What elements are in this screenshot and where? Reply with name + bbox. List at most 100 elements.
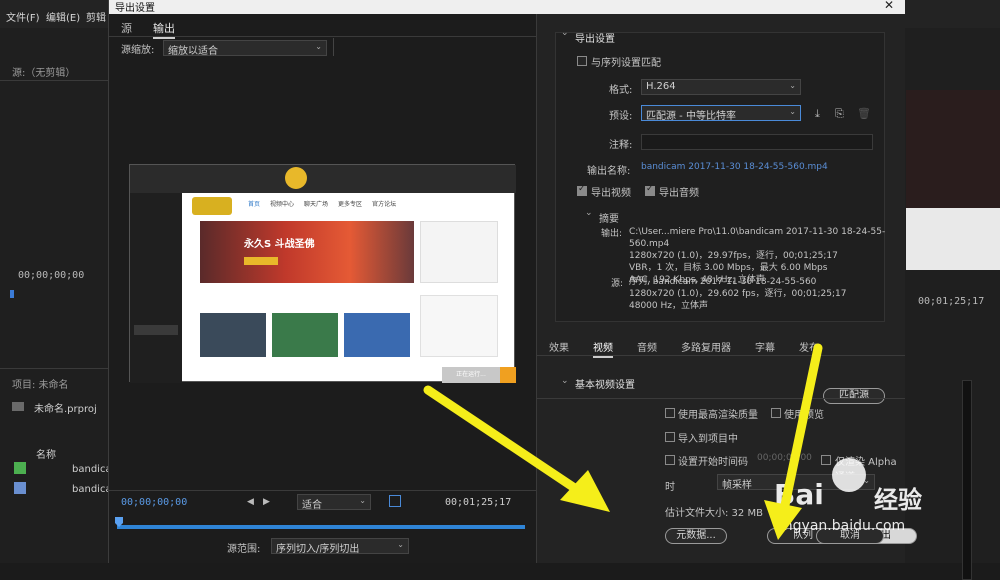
close-icon[interactable]: ✕ xyxy=(879,0,899,12)
match-sequence-label: 与序列设置匹配 xyxy=(591,58,661,69)
step-forward-icon[interactable]: ▶ xyxy=(263,497,270,507)
source-range-select[interactable]: 序列切入/序列切出 ⌄ xyxy=(271,538,409,555)
export-video-checkbox[interactable] xyxy=(577,184,587,196)
max-render-quality-checkbox[interactable] xyxy=(665,408,675,418)
video-preview: 首页 视频中心 聊天广场 更多专区 官方论坛 永久S 斗战圣佛 正在运行... xyxy=(129,164,516,383)
menu-clip[interactable]: 剪辑 xyxy=(86,9,106,24)
comment-input[interactable] xyxy=(641,134,873,150)
estimated-file-size: 估计文件大小: 32 MB xyxy=(665,508,763,519)
timeline-scrubber[interactable] xyxy=(115,517,525,533)
source-range-label: 源范围: xyxy=(227,544,261,555)
label-color-blue xyxy=(14,482,26,494)
chevron-down-icon[interactable]: ⌄ xyxy=(561,376,569,386)
format-select[interactable]: H.264 ⌄ xyxy=(641,79,801,95)
use-previews-label: 使用预览 xyxy=(784,410,824,421)
chevron-down-icon[interactable]: ⌄ xyxy=(561,28,569,38)
preview-nav-item: 视频中心 xyxy=(270,201,295,208)
preview-nav-item: 首页 xyxy=(248,201,261,208)
comment-label: 注释: xyxy=(609,140,633,151)
format-label: 格式: xyxy=(609,85,633,96)
project-item[interactable]: bandica xyxy=(72,484,112,495)
project-item[interactable]: bandica xyxy=(72,464,112,475)
program-timecode: 00;01;25;17 xyxy=(918,296,985,307)
time-interpolation-value: 帧采样 xyxy=(722,480,752,491)
output-name-link[interactable]: bandicam 2017-11-30 18-24-55-560.mp4 xyxy=(641,162,828,172)
format-value: H.264 xyxy=(646,81,676,92)
dialog-title: 导出设置 xyxy=(115,3,155,14)
end-timecode: 00;01;25;17 xyxy=(445,497,512,508)
folder-icon xyxy=(12,402,24,411)
source-line: 1280x720 (1.0)，29.602 fps，逐行，00;01;25;17 xyxy=(629,289,847,299)
preset-label: 预设: xyxy=(609,111,633,122)
preview-nav-item: 更多专区 xyxy=(338,201,363,208)
summary-title: 摘要 xyxy=(599,214,619,225)
game-logo xyxy=(192,197,232,215)
tab-multiplexer[interactable]: 多路复用器 xyxy=(681,339,731,354)
import-into-project-checkbox[interactable] xyxy=(665,432,675,442)
source-summary-label: 源: xyxy=(611,279,624,289)
name-column-header: 名称 xyxy=(36,450,56,461)
preview-sidebar xyxy=(130,193,182,383)
paw-icon xyxy=(832,458,866,492)
tab-publish[interactable]: 发布 xyxy=(799,339,819,354)
max-render-quality-label: 使用最高渲染质量 xyxy=(678,410,758,421)
news-list xyxy=(420,295,498,357)
dialog-titlebar: 导出设置 ✕ xyxy=(109,0,905,14)
chevron-down-icon[interactable]: ⌄ xyxy=(585,208,593,218)
source-scaling-label: 源缩放: xyxy=(121,45,155,56)
set-start-timecode-checkbox[interactable] xyxy=(665,455,675,465)
source-timecode: 00;00;00;00 xyxy=(18,270,85,281)
chevron-down-icon: ⌄ xyxy=(315,42,322,51)
save-preset-icon[interactable]: ⤓ xyxy=(815,107,820,121)
program-monitor-thumbnail xyxy=(906,90,1000,270)
output-summary-label: 输出: xyxy=(601,229,623,239)
audio-meter xyxy=(962,380,972,580)
banner-title: 永久S 斗战圣佛 xyxy=(244,239,315,250)
time-interpolation-label: 时 xyxy=(665,482,675,493)
watermark-url: jingyan.baidu.com xyxy=(776,518,906,534)
chevron-down-icon: ⌄ xyxy=(359,496,366,505)
tab-video[interactable]: 视频 xyxy=(593,339,613,358)
menu-file[interactable]: 文件(F) xyxy=(6,9,40,24)
set-start-timecode-label: 设置开始时间码 xyxy=(678,457,748,468)
home-icon xyxy=(285,167,307,189)
import-preset-icon[interactable]: ⎘ xyxy=(835,107,844,121)
source-panel-label: 源:（无剪辑） xyxy=(12,68,76,79)
metadata-button[interactable]: 元数据... xyxy=(665,528,727,544)
source-scaling-select[interactable]: 缩放以适合 ⌄ xyxy=(163,40,327,57)
preview-banner: 永久S 斗战圣佛 xyxy=(200,221,414,283)
match-sequence-checkbox[interactable] xyxy=(577,56,587,66)
tab-audio[interactable]: 音频 xyxy=(637,339,657,354)
export-audio-checkbox[interactable] xyxy=(645,184,655,196)
delete-preset-icon[interactable]: 🗑 xyxy=(857,107,871,120)
start-timecode[interactable]: 00;00;00;00 xyxy=(121,497,187,508)
step-back-icon[interactable]: ◀ xyxy=(247,497,254,507)
output-line: 1280x720 (1.0)，29.97fps，逐行，00;01;25;17 xyxy=(629,251,838,261)
menu-edit[interactable]: 编辑(E) xyxy=(46,9,80,24)
match-source-button[interactable]: 匹配源 xyxy=(823,388,885,404)
playhead-marker[interactable] xyxy=(10,290,14,298)
fit-select[interactable]: 适合 ⌄ xyxy=(297,494,371,511)
tab-effects[interactable]: 效果 xyxy=(549,339,569,354)
export-video-label: 导出视频 xyxy=(591,188,631,199)
tab-captions[interactable]: 字幕 xyxy=(755,339,775,354)
source-line: 序列, bandicam 2017-11-30 18-24-55-560 xyxy=(629,277,817,287)
preset-select[interactable]: 匹配源 - 中等比特率 ⌄ xyxy=(641,105,801,122)
background-left-panel: 源:（无剪辑） 00;00;00;00 项目: 未命名 未命名.prproj 名… xyxy=(0,28,112,563)
source-line: 48000 Hz，立体声 xyxy=(629,301,708,311)
source-summary: 序列, bandicam 2017-11-30 18-24-55-560 128… xyxy=(629,276,846,312)
chevron-down-icon: ⌄ xyxy=(789,107,796,116)
video-thumb xyxy=(200,313,266,357)
aspect-ratio-icon[interactable] xyxy=(389,495,401,507)
tab-source[interactable]: 源 xyxy=(121,20,132,36)
watermark-brand: Bai xyxy=(774,478,824,511)
source-range-value: 序列切入/序列切出 xyxy=(276,544,360,555)
use-previews-checkbox[interactable] xyxy=(771,408,781,418)
export-settings-title: 导出设置 xyxy=(575,34,615,45)
output-line: C:\User...miere Pro\11.0\bandicam 2017-1… xyxy=(629,227,886,249)
baidu-watermark: Bai 经验 jingyan.baidu.com xyxy=(770,458,950,538)
chevron-down-icon: ⌄ xyxy=(397,540,404,549)
preview-nav-item: 聊天广场 xyxy=(304,201,329,208)
video-thumb xyxy=(272,313,338,357)
source-scaling-value: 缩放以适合 xyxy=(168,46,218,57)
